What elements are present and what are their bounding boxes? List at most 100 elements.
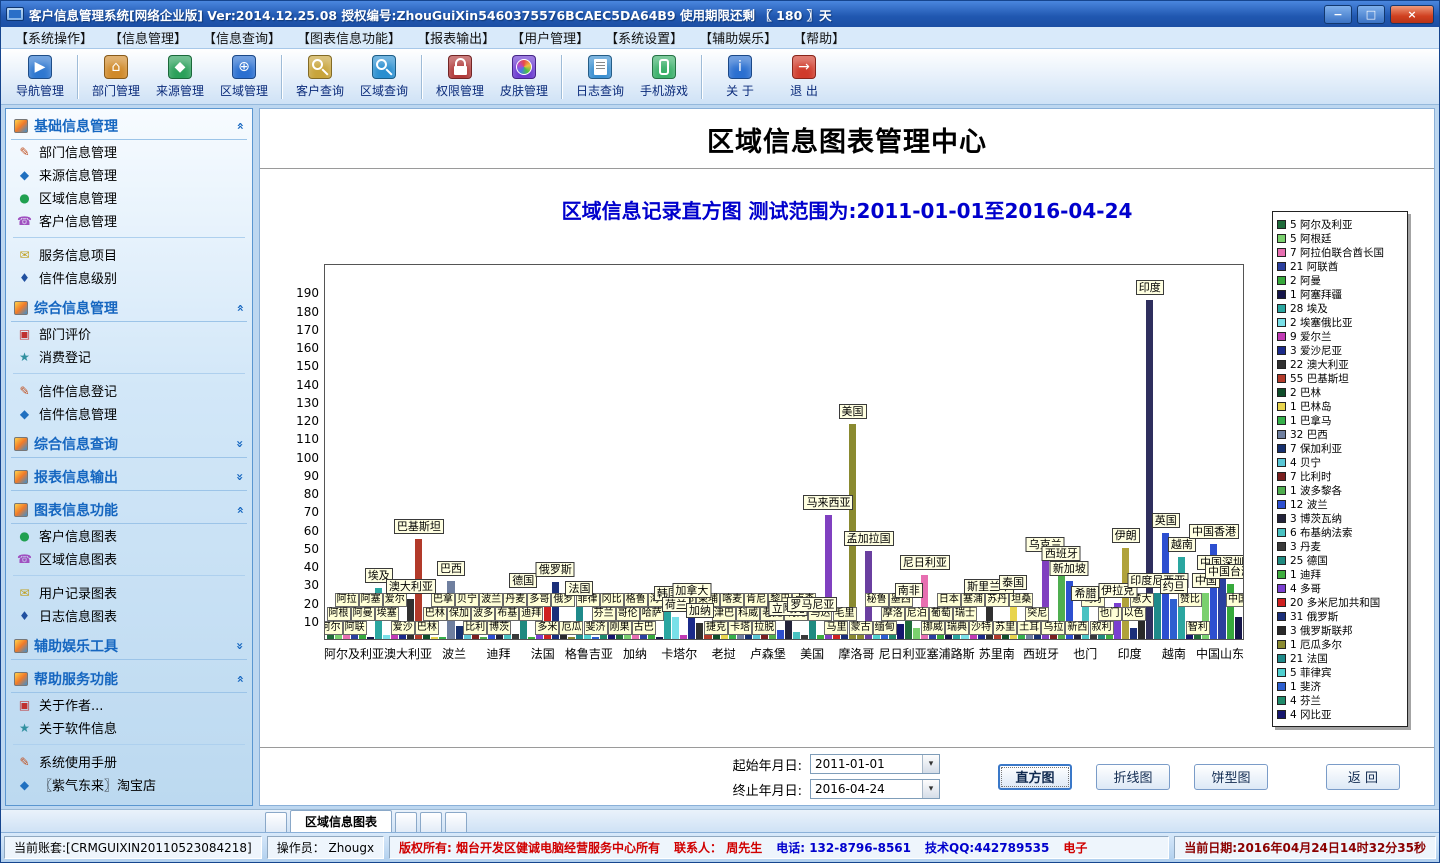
- sidebar-section-header[interactable]: 基础信息管理»: [11, 113, 247, 140]
- end-date-field[interactable]: ▾: [810, 779, 940, 799]
- x-axis-label: 阿尔及利亚: [324, 645, 384, 662]
- chevron-icon: »: [233, 122, 247, 130]
- end-date-input[interactable]: [811, 782, 922, 796]
- mobile-game-button[interactable]: 手机游戏: [633, 52, 695, 102]
- bar-tag: 肯尼: [744, 593, 768, 607]
- legend-swatch: [1277, 374, 1286, 383]
- pie-chart-button[interactable]: 饼型图: [1194, 764, 1268, 790]
- x-axis-label: 美国: [790, 645, 834, 662]
- bar-tag: 中国: [1226, 593, 1244, 607]
- document-line: [596, 62, 605, 63]
- sidebar-item-label: 客户信息图表: [39, 526, 117, 545]
- menu-item[interactable]: 【帮助】: [785, 28, 853, 47]
- x-axis-label: 迪拜: [476, 645, 520, 662]
- legend-label: 7 阿拉伯联合酋长国: [1290, 245, 1384, 260]
- sidebar-item[interactable]: ◆信件信息管理: [11, 402, 247, 425]
- sidebar-item[interactable]: ✉服务信息项目: [11, 243, 247, 266]
- bar: [680, 635, 687, 639]
- x-axis-label: 老挝: [701, 645, 745, 662]
- y-tick-label: 110: [296, 432, 319, 446]
- sidebar-section-header[interactable]: 综合信息管理»: [11, 295, 247, 322]
- tab-blank[interactable]: [265, 812, 287, 832]
- x-axis-label: 摩洛哥: [834, 645, 878, 662]
- chevron-icon: »: [233, 473, 247, 481]
- start-date-dropdown[interactable]: ▾: [922, 755, 939, 773]
- sidebar-item[interactable]: ●客户信息图表: [11, 524, 247, 547]
- start-date-field[interactable]: ▾: [810, 754, 940, 774]
- menu-item[interactable]: 【辅助娱乐】: [691, 28, 785, 47]
- sidebar-item[interactable]: ★关于软件信息: [11, 716, 247, 739]
- menu-item[interactable]: 【信息管理】: [101, 28, 195, 47]
- sidebar-section-header[interactable]: 图表信息功能»: [11, 497, 247, 524]
- bar: [801, 635, 808, 639]
- menu-item[interactable]: 【用户管理】: [503, 28, 597, 47]
- sidebar-section-header[interactable]: 报表信息输出»: [11, 464, 247, 491]
- legend-item: 7 阿拉伯联合酋长国: [1277, 245, 1403, 259]
- chevron-icon: »: [233, 642, 247, 650]
- sidebar-item[interactable]: ★消费登记: [11, 345, 247, 368]
- sidebar-section-title: 综合信息查询: [34, 434, 230, 454]
- legend-swatch: [1277, 318, 1286, 327]
- bar-slot: 喀麦: [729, 265, 736, 639]
- skin-button[interactable]: 皮肤管理: [493, 52, 555, 102]
- tab-region-chart[interactable]: 区域信息图表: [290, 810, 392, 832]
- line-chart-button[interactable]: 折线图: [1096, 764, 1170, 790]
- menu-item[interactable]: 【系统设置】: [597, 28, 691, 47]
- customer-search-button[interactable]: 客户查询: [289, 52, 351, 102]
- sidebar-section-header[interactable]: 帮助服务功能»: [11, 666, 247, 693]
- sidebar-item[interactable]: ☎客户信息管理: [11, 209, 247, 232]
- return-button[interactable]: 返 回: [1326, 764, 1400, 790]
- legend-swatch: [1277, 612, 1286, 621]
- document-sheet: [594, 59, 607, 75]
- sidebar-item[interactable]: ▣部门评价: [11, 322, 247, 345]
- sidebar-item[interactable]: ✎部门信息管理: [11, 140, 247, 163]
- sidebar-item[interactable]: ✎系统使用手册: [11, 750, 247, 773]
- tab-blank[interactable]: [445, 812, 467, 832]
- x-axis-label: 澳大利亚: [384, 645, 432, 662]
- bar-slot: 马达: [817, 265, 824, 639]
- sidebar-item[interactable]: ✎信件信息登记: [11, 379, 247, 402]
- about-button[interactable]: i关 于: [709, 52, 771, 102]
- end-date-dropdown[interactable]: ▾: [922, 780, 939, 798]
- permission-icon: [448, 55, 472, 79]
- sidebar-item-label: 服务信息项目: [39, 245, 117, 264]
- bar-tag: 阿联: [343, 621, 367, 635]
- y-tick-label: 20: [304, 597, 319, 611]
- bar-slot: 俄罗斯: [552, 265, 559, 639]
- sidebar-item[interactable]: ●区域信息管理: [11, 186, 247, 209]
- bar-tag: 波多: [471, 607, 495, 621]
- legend-label: 1 厄瓜多尔: [1290, 637, 1342, 652]
- legend-label: 5 菲律宾: [1290, 665, 1332, 680]
- close-button[interactable]: ×: [1390, 5, 1434, 24]
- bar-slot: 泰国: [1010, 265, 1017, 639]
- maximize-button[interactable]: □: [1357, 5, 1385, 24]
- permission-button[interactable]: 权限管理: [429, 52, 491, 102]
- sidebar-item[interactable]: ♦信件信息级别: [11, 266, 247, 289]
- minimize-button[interactable]: −: [1324, 5, 1352, 24]
- sidebar-section-header[interactable]: 辅助娱乐工具»: [11, 633, 247, 660]
- source-button[interactable]: ◆来源管理: [149, 52, 211, 102]
- sidebar-item[interactable]: ☎区域信息图表: [11, 547, 247, 570]
- department-button[interactable]: ⌂部门管理: [85, 52, 147, 102]
- tab-blank[interactable]: [395, 812, 417, 832]
- navigation-button[interactable]: ▶导航管理: [9, 52, 71, 102]
- region-search-button[interactable]: 区域查询: [353, 52, 415, 102]
- region-button[interactable]: ⊕区域管理: [213, 52, 275, 102]
- legend-item: 3 爱沙尼亚: [1277, 343, 1403, 357]
- sidebar-item[interactable]: ♦日志信息图表: [11, 604, 247, 627]
- histogram-button[interactable]: 直方图: [998, 764, 1072, 790]
- menu-item[interactable]: 【报表输出】: [409, 28, 503, 47]
- start-date-input[interactable]: [811, 757, 922, 771]
- sidebar-item[interactable]: ◆来源信息管理: [11, 163, 247, 186]
- sidebar-item[interactable]: ✉用户记录图表: [11, 581, 247, 604]
- bar-tag: 塞浦: [961, 593, 985, 607]
- sidebar-section-header[interactable]: 综合信息查询»: [11, 431, 247, 458]
- menu-item[interactable]: 【图表信息功能】: [289, 28, 409, 47]
- log-search-button[interactable]: 日志查询: [569, 52, 631, 102]
- tab-blank[interactable]: [420, 812, 442, 832]
- exit-button[interactable]: →退 出: [773, 52, 835, 102]
- sidebar-item[interactable]: ▣关于作者...: [11, 693, 247, 716]
- sidebar-item[interactable]: ◆〖紫气东来〗淘宝店: [11, 773, 247, 796]
- menu-item[interactable]: 【系统操作】: [7, 28, 101, 47]
- menu-item[interactable]: 【信息查询】: [195, 28, 289, 47]
